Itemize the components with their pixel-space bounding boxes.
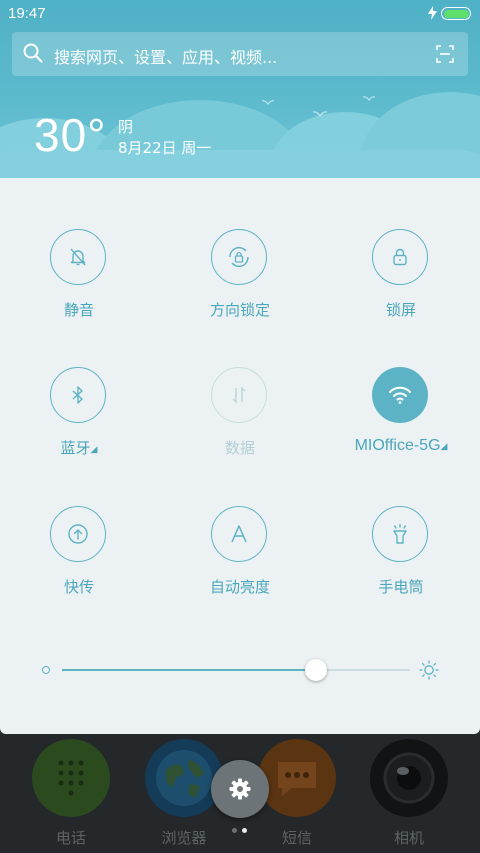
status-time: 19:47 — [8, 5, 46, 22]
weather-header: 19:47 搜索网页、设置、应用、视频... 30° 阴 8月22日 周一 — [0, 0, 480, 178]
globe-glyph — [156, 750, 212, 806]
toggle-circle[interactable] — [211, 506, 267, 562]
camera-icon[interactable] — [370, 739, 448, 817]
toggle-circle[interactable] — [211, 229, 267, 285]
page-indicator-dot — [232, 828, 237, 833]
toggle-label: 锁屏 — [385, 301, 416, 319]
toggle-label: 方向锁定 — [209, 301, 270, 319]
toggle-circle[interactable] — [50, 229, 106, 285]
scan-icon[interactable] — [436, 45, 454, 63]
toggle-circle[interactable] — [50, 506, 106, 562]
brightness-low-icon — [42, 666, 50, 674]
battery-level — [443, 9, 469, 18]
chat-bubble-glyph — [278, 762, 316, 796]
search-icon — [23, 43, 43, 63]
flashlight-icon — [393, 524, 407, 544]
brightness-high-icon — [419, 660, 439, 680]
toggle-label-text: MIOffice-5G — [354, 437, 441, 454]
search-bar[interactable]: 搜索网页、设置、应用、视频... — [12, 32, 468, 76]
toggle-bluetooth[interactable]: 蓝牙◢ — [19, 367, 139, 477]
mobile-data-icon — [232, 386, 246, 404]
temperature: 30° — [34, 109, 107, 161]
toggle-flashlight[interactable]: 手电筒 — [341, 506, 461, 616]
menu-triangle-icon: ◢ — [90, 445, 98, 455]
bluetooth-icon — [72, 386, 83, 404]
weather-date: 8月22日 周一 — [118, 139, 212, 157]
status-bar: 19:47 — [0, 0, 480, 28]
toggle-label: 快传 — [63, 578, 94, 596]
toggle-auto-brightness[interactable]: 自动亮度 — [180, 506, 300, 616]
toggle-label: 手电筒 — [378, 578, 424, 596]
toggle-circle[interactable] — [372, 506, 428, 562]
charging-icon — [428, 6, 437, 20]
toggle-label: 蓝牙◢ — [0, 437, 159, 458]
bird-icon — [262, 100, 274, 105]
page-indicator-dot-active — [242, 828, 247, 833]
app-label: 电话 — [55, 829, 86, 847]
browser-globe-icon[interactable] — [145, 739, 223, 817]
bird-icon — [363, 96, 375, 101]
lock-icon — [393, 248, 407, 266]
app-label: 短信 — [281, 829, 312, 847]
toggle-label: 数据 — [224, 439, 255, 457]
toggle-rotation-lock[interactable]: 方向锁定 — [180, 229, 300, 339]
toggle-wifi[interactable]: MIOffice-5G◢ — [341, 367, 461, 477]
brightness-slider-fill[interactable] — [62, 669, 317, 671]
bell-off-icon — [70, 248, 86, 266]
toggle-circle[interactable] — [50, 367, 106, 423]
app-label: 浏览器 — [161, 829, 207, 847]
app-phone[interactable]: 电话 — [31, 739, 111, 849]
app-camera[interactable]: 相机 — [369, 739, 449, 849]
messages-icon[interactable] — [258, 739, 336, 817]
settings-button[interactable] — [211, 760, 269, 818]
bird-icon — [313, 111, 327, 118]
menu-triangle-icon: ◢ — [440, 441, 448, 451]
phone-icon[interactable] — [32, 739, 110, 817]
toggle-lock-screen[interactable]: 锁屏 — [341, 229, 461, 339]
keypad-glyph — [58, 760, 84, 796]
toggle-quick-transfer[interactable]: 快传 — [19, 506, 139, 616]
share-transfer-icon — [68, 524, 88, 544]
search-placeholder[interactable]: 搜索网页、设置、应用、视频... — [54, 44, 277, 68]
wifi-icon — [389, 386, 411, 404]
toggle-silent[interactable]: 静音 — [19, 229, 139, 339]
toggle-circle[interactable] — [372, 367, 428, 423]
brightness-slider-thumb[interactable] — [305, 659, 328, 681]
app-label: 相机 — [393, 829, 424, 847]
auto-brightness-icon — [231, 525, 247, 543]
toggle-mobile-data[interactable]: 数据 — [180, 367, 300, 477]
weather-condition: 阴 — [118, 118, 134, 136]
gear-icon — [229, 778, 251, 800]
battery-icon — [441, 7, 471, 20]
toggle-circle[interactable] — [372, 229, 428, 285]
toggle-label: MIOffice-5G◢ — [321, 437, 480, 455]
toggle-circle[interactable] — [211, 367, 267, 423]
toggle-label-text: 蓝牙 — [60, 439, 91, 457]
lens-glyph — [383, 752, 435, 804]
toggle-label: 静音 — [63, 301, 94, 319]
app-messages[interactable]: 短信 — [257, 739, 337, 849]
toggle-label: 自动亮度 — [209, 578, 270, 596]
rotation-lock-icon — [229, 247, 249, 267]
